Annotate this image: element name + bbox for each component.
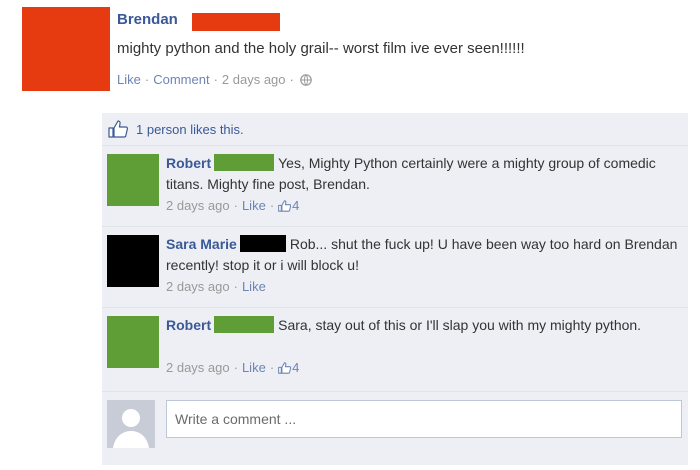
redaction-bar [239,235,286,252]
thumbs-up-icon [108,120,129,143]
comment: Robert Sara, stay out of this or I'll sla… [102,307,688,386]
post-author-name[interactable]: Brendan [117,11,178,28]
like-link[interactable]: Like [117,72,141,87]
comment-like-count[interactable]: 4 [292,360,299,375]
post-text: mighty python and the holy grail-- worst… [117,40,525,57]
likes-summary: 1 person likes this. [102,113,688,145]
comment-like-link[interactable]: Like [242,198,266,213]
redaction-bar [214,316,275,333]
comment-composer [102,391,688,456]
redaction-bar [192,13,280,31]
comment-meta: 2 days ago · Like · 4 [166,360,300,377]
comment: Robert Yes, Mighty Python certainly were … [102,145,688,224]
thumbs-up-icon [278,362,292,377]
likes-count-link[interactable]: 1 person likes this. [136,122,244,137]
comment-body: Robert Yes, Mighty Python certainly were … [166,153,680,195]
thumbs-up-icon [278,200,292,215]
author-avatar-redacted[interactable] [22,7,110,91]
commenter-name[interactable]: Sara Marie [166,236,237,252]
comments-panel: 1 person likes this. Robert Yes, Mighty P… [102,113,688,465]
commenter-avatar-redacted[interactable] [107,154,159,206]
comment-timestamp[interactable]: 2 days ago [166,360,230,375]
comment-link[interactable]: Comment [153,72,209,87]
post-meta: Like · Comment · 2 days ago · [117,72,312,89]
comment-timestamp[interactable]: 2 days ago [166,279,230,294]
globe-icon [300,74,312,89]
comment-like-link[interactable]: Like [242,360,266,375]
post: Brendan mighty python and the holy grail… [22,5,692,105]
default-avatar-icon [107,400,155,448]
commenter-name[interactable]: Robert [166,317,211,333]
comment-like-link[interactable]: Like [242,279,266,294]
comment-like-count[interactable]: 4 [292,198,299,213]
commenter-name[interactable]: Robert [166,155,211,171]
comment-timestamp[interactable]: 2 days ago [166,198,230,213]
comment: Sara Marie Rob... shut the fuck up! U hav… [102,226,688,305]
post-timestamp[interactable]: 2 days ago [222,72,286,87]
commenter-avatar-redacted[interactable] [107,235,159,287]
comment-input[interactable] [166,400,682,438]
comment-body: Sara Marie Rob... shut the fuck up! U hav… [166,234,680,276]
comment-meta: 2 days ago · Like [166,279,266,294]
redaction-bar [214,154,275,171]
comment-meta: 2 days ago · Like · 4 [166,198,300,215]
comment-text: Sara, stay out of this or I'll slap you … [278,317,642,333]
commenter-avatar-redacted[interactable] [107,316,159,368]
comment-body: Robert Sara, stay out of this or I'll sla… [166,315,680,336]
